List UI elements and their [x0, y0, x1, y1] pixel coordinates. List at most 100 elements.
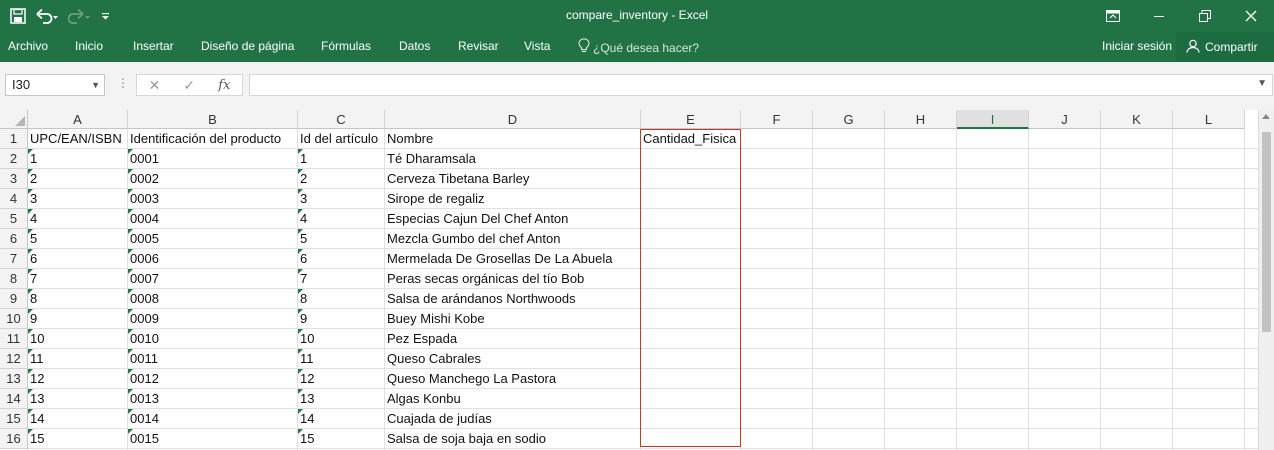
column-header-e[interactable]: E [641, 110, 741, 129]
table-cell[interactable]: 0003 [128, 189, 159, 209]
table-cell[interactable]: 0013 [128, 389, 159, 409]
minimize-icon[interactable] [1136, 0, 1182, 32]
row-header[interactable]: 13 [0, 369, 28, 389]
close-icon[interactable] [1228, 0, 1274, 32]
column-header-l[interactable]: L [1173, 110, 1245, 129]
header-cell[interactable]: Cantidad_Fisica [641, 129, 736, 149]
table-cell[interactable]: 13 [298, 389, 314, 409]
column-header-i[interactable]: I [957, 110, 1029, 129]
table-cell[interactable]: Especias Cajun Del Chef Anton [385, 209, 568, 229]
table-cell[interactable]: 13 [28, 389, 44, 409]
scroll-up-icon[interactable] [1262, 114, 1270, 119]
insert-function-icon[interactable]: fx [218, 78, 230, 93]
table-cell[interactable]: 9 [298, 309, 307, 329]
column-header-k[interactable]: K [1101, 110, 1173, 129]
table-cell[interactable]: 9 [28, 309, 37, 329]
save-icon[interactable] [10, 8, 26, 24]
tab-datos[interactable]: Datos [399, 39, 430, 53]
table-cell[interactable]: 7 [28, 269, 37, 289]
table-cell[interactable]: 0012 [128, 369, 159, 389]
table-cell[interactable]: 1 [298, 149, 307, 169]
table-cell[interactable]: 6 [28, 249, 37, 269]
name-box[interactable]: I30 ▼ [5, 74, 105, 96]
table-cell[interactable]: 0008 [128, 289, 159, 309]
tab-archivo[interactable]: Archivo [8, 39, 48, 53]
table-cell[interactable]: 8 [298, 289, 307, 309]
row-header[interactable]: 12 [0, 349, 28, 369]
column-header-j[interactable]: J [1029, 110, 1101, 129]
table-cell[interactable]: 0002 [128, 169, 159, 189]
restore-icon[interactable] [1182, 0, 1228, 32]
header-cell[interactable]: Nombre [385, 129, 433, 149]
table-cell[interactable]: 0014 [128, 409, 159, 429]
table-cell[interactable]: 0007 [128, 269, 159, 289]
table-cell[interactable]: Sirope de regaliz [385, 189, 485, 209]
table-cell[interactable]: 10 [298, 329, 314, 349]
header-cell[interactable]: UPC/EAN/ISBN [28, 129, 122, 149]
expand-formula-bar-icon[interactable]: ▼ [1257, 78, 1267, 89]
column-header-a[interactable]: A [28, 110, 128, 129]
tab-formulas[interactable]: Fórmulas [321, 39, 371, 53]
table-cell[interactable]: 14 [28, 409, 44, 429]
row-header[interactable]: 14 [0, 389, 28, 409]
table-cell[interactable]: Algas Konbu [385, 389, 461, 409]
table-cell[interactable]: 12 [28, 369, 44, 389]
vertical-scrollbar[interactable] [1258, 110, 1274, 450]
table-cell[interactable]: 3 [298, 189, 307, 209]
table-cell[interactable]: Peras secas orgánicas del tío Bob [385, 269, 584, 289]
table-cell[interactable]: Queso Cabrales [385, 349, 481, 369]
row-header[interactable]: 8 [0, 269, 28, 289]
table-cell[interactable]: Mezcla Gumbo del chef Anton [385, 229, 560, 249]
table-cell[interactable]: 15 [28, 429, 44, 449]
tab-revisar[interactable]: Revisar [458, 39, 499, 53]
header-cell[interactable]: Identificación del producto [128, 129, 281, 149]
table-cell[interactable]: 15 [298, 429, 314, 449]
chevron-down-icon[interactable]: ▼ [91, 75, 100, 95]
table-cell[interactable]: Mermelada De Grosellas De La Abuela [385, 249, 612, 269]
table-cell[interactable]: 0004 [128, 209, 159, 229]
column-header-f[interactable]: F [741, 110, 813, 129]
table-cell[interactable]: Queso Manchego La Pastora [385, 369, 556, 389]
table-cell[interactable]: 11 [28, 349, 44, 369]
row-header[interactable]: 10 [0, 309, 28, 329]
table-cell[interactable]: Cuajada de judías [385, 409, 492, 429]
customize-icon[interactable] [100, 8, 112, 24]
tab-diseno-de-pagina[interactable]: Diseño de página [201, 39, 294, 53]
row-header[interactable]: 3 [0, 169, 28, 189]
table-cell[interactable]: 0015 [128, 429, 159, 449]
table-cell[interactable]: 10 [28, 329, 44, 349]
cancel-icon[interactable]: ✕ [149, 77, 161, 94]
worksheet-grid[interactable]: A B C D E F G H I J K L 1 2 3 4 5 6 7 8 9 10 11 12 13 14 15 16 UPC/E… [0, 110, 1274, 450]
undo-icon[interactable] [36, 8, 58, 24]
row-header[interactable]: 1 [0, 129, 28, 149]
table-cell[interactable]: Salsa de soja baja en sodio [385, 429, 546, 449]
table-cell[interactable]: 14 [298, 409, 314, 429]
column-header-g[interactable]: G [813, 110, 885, 129]
row-header[interactable]: 15 [0, 409, 28, 429]
row-header[interactable]: 4 [0, 189, 28, 209]
table-cell[interactable]: 2 [298, 169, 307, 189]
row-header[interactable]: 9 [0, 289, 28, 309]
column-header-b[interactable]: B [128, 110, 298, 129]
table-cell[interactable]: 5 [28, 229, 37, 249]
table-cell[interactable]: Salsa de arándanos Northwoods [385, 289, 576, 309]
table-cell[interactable]: 2 [28, 169, 37, 189]
table-cell[interactable]: 0009 [128, 309, 159, 329]
header-cell[interactable]: Id del artículo [298, 129, 378, 149]
table-cell[interactable]: Té Dharamsala [385, 149, 476, 169]
row-header[interactable]: 6 [0, 229, 28, 249]
row-header[interactable]: 11 [0, 329, 28, 349]
tab-inicio[interactable]: Inicio [75, 39, 103, 53]
enter-check-icon[interactable]: ✓ [183, 77, 195, 94]
tab-vista[interactable]: Vista [524, 39, 550, 53]
table-cell[interactable]: Pez Espada [385, 329, 457, 349]
ribbon-display-options-icon[interactable] [1090, 0, 1136, 32]
table-cell[interactable]: 8 [28, 289, 37, 309]
scrollbar-thumb[interactable] [1262, 132, 1271, 332]
tell-me-search[interactable]: ¿Qué desea hacer? [578, 38, 699, 57]
table-cell[interactable]: 12 [298, 369, 314, 389]
column-header-c[interactable]: C [298, 110, 385, 129]
table-cell[interactable]: 0005 [128, 229, 159, 249]
column-header-h[interactable]: H [885, 110, 957, 129]
select-all-button[interactable] [0, 110, 28, 129]
